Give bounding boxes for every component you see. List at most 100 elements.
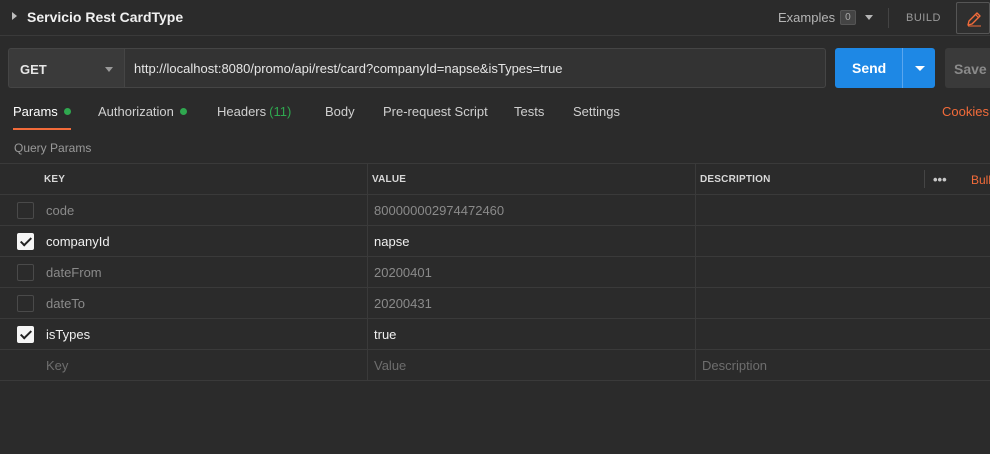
column-label: KEY — [44, 174, 66, 185]
key-cell[interactable]: code — [38, 195, 368, 225]
description-placeholder: Description — [702, 358, 768, 373]
tab-headers[interactable]: Headers (11) — [217, 104, 291, 126]
tab-body[interactable]: Body — [325, 104, 355, 126]
column-label: VALUE — [372, 174, 407, 185]
chevron-down-icon — [864, 15, 873, 20]
tab-label: Pre-request Script — [383, 104, 488, 119]
value-cell[interactable]: true — [368, 319, 696, 349]
chevron-down-icon[interactable] — [915, 66, 925, 71]
param-key: isTypes — [46, 327, 91, 342]
param-key: dateFrom — [46, 265, 102, 280]
tab-label: Params — [13, 104, 58, 119]
checkbox-cell — [0, 288, 38, 318]
save-label: Save — [954, 61, 987, 77]
row-checkbox[interactable] — [17, 264, 34, 281]
param-value: napse — [374, 234, 410, 249]
tab-pre-request-script[interactable]: Pre-request Script — [383, 104, 488, 126]
caret-right-icon[interactable] — [12, 12, 17, 20]
tab-label: Tests — [514, 104, 545, 119]
request-header: Servicio Rest CardType Examples 0 BUILD — [0, 0, 990, 36]
checkbox-cell — [0, 257, 38, 287]
description-cell[interactable] — [696, 195, 990, 225]
divider — [888, 8, 889, 28]
value-cell[interactable]: 20200431 — [368, 288, 696, 318]
key-cell[interactable]: isTypes — [38, 319, 368, 349]
request-title[interactable]: Servicio Rest CardType — [27, 9, 183, 25]
edit-button[interactable] — [956, 2, 990, 34]
table-row: companyId napse — [0, 226, 990, 257]
param-key: code — [46, 203, 75, 218]
param-value: 20200431 — [374, 296, 432, 311]
method-select[interactable]: GET — [8, 48, 124, 88]
section-title: Query Params — [14, 141, 92, 155]
key-cell[interactable]: dateTo — [38, 288, 368, 318]
checkbox-cell — [0, 350, 38, 380]
request-tabs: Params Authorization Headers (11) Body Pr… — [0, 104, 990, 130]
checkbox-cell — [0, 195, 38, 225]
column-header-value: VALUE — [368, 164, 696, 194]
table-row: dateFrom 20200401 — [0, 257, 990, 288]
value-cell[interactable]: napse — [368, 226, 696, 256]
examples-dropdown[interactable]: Examples 0 — [778, 10, 873, 25]
param-value: true — [374, 327, 397, 342]
more-options-icon[interactable]: ••• — [933, 172, 947, 187]
tab-label: Authorization — [98, 104, 174, 119]
status-dot — [179, 108, 187, 115]
pencil-icon — [967, 12, 981, 27]
row-checkbox[interactable] — [17, 326, 34, 343]
table-row: dateTo 20200431 — [0, 288, 990, 319]
status-dot — [63, 108, 71, 115]
tab-tests[interactable]: Tests — [514, 104, 544, 126]
header-checkbox-cell — [0, 164, 38, 194]
tab-label: Headers — [217, 104, 267, 119]
table-header: KEY VALUE DESCRIPTION ••• Bulk Edit — [0, 164, 990, 195]
cookies-link[interactable]: Cookies — [942, 104, 989, 119]
save-button[interactable]: Save — [945, 48, 990, 88]
param-key: dateTo — [46, 296, 86, 311]
tab-authorization[interactable]: Authorization — [98, 104, 187, 126]
send-label: Send — [852, 60, 887, 76]
column-label: DESCRIPTION — [700, 174, 771, 185]
key-placeholder: Key — [46, 358, 69, 373]
value-cell[interactable]: 20200401 — [368, 257, 696, 287]
key-cell[interactable]: dateFrom — [38, 257, 368, 287]
key-cell[interactable]: companyId — [38, 226, 368, 256]
query-params-table: KEY VALUE DESCRIPTION ••• Bulk Edit code… — [0, 163, 990, 381]
key-input[interactable]: Key — [38, 350, 368, 380]
tab-settings[interactable]: Settings — [573, 104, 620, 126]
tab-count: (11) — [269, 104, 292, 119]
build-mode-label[interactable]: BUILD — [906, 12, 941, 24]
method-label: GET — [20, 62, 47, 77]
tab-label: Body — [325, 104, 355, 119]
description-cell[interactable] — [696, 319, 990, 349]
table-row: isTypes true — [0, 319, 990, 350]
description-cell[interactable] — [696, 257, 990, 287]
tab-label: Settings — [573, 104, 620, 119]
chevron-down-icon — [105, 67, 113, 72]
value-input[interactable]: Value — [368, 350, 696, 380]
value-placeholder: Value — [374, 358, 407, 373]
divider — [902, 48, 903, 88]
examples-label: Examples — [778, 10, 836, 25]
description-input[interactable]: Description — [696, 350, 990, 380]
checkbox-cell — [0, 226, 38, 256]
value-cell[interactable]: 800000002974472460 — [368, 195, 696, 225]
bulk-edit-link[interactable]: Bulk Edit — [971, 173, 990, 187]
table-row: code 800000002974472460 — [0, 195, 990, 226]
divider — [924, 170, 925, 188]
send-button[interactable]: Send — [835, 48, 935, 88]
column-header-key: KEY — [38, 164, 368, 194]
description-cell[interactable] — [696, 226, 990, 256]
description-cell[interactable] — [696, 288, 990, 318]
tab-params[interactable]: Params — [13, 104, 71, 130]
url-input[interactable]: http://localhost:8080/promo/api/rest/car… — [124, 48, 826, 88]
new-param-row: Key Value Description — [0, 350, 990, 381]
checkbox-cell — [0, 319, 38, 349]
param-key: companyId — [46, 234, 110, 249]
row-checkbox[interactable] — [17, 295, 34, 312]
param-value: 800000002974472460 — [374, 203, 505, 218]
row-checkbox[interactable] — [17, 202, 34, 219]
examples-count-badge: 0 — [840, 10, 856, 25]
row-checkbox[interactable] — [17, 233, 34, 250]
param-value: 20200401 — [374, 265, 432, 280]
